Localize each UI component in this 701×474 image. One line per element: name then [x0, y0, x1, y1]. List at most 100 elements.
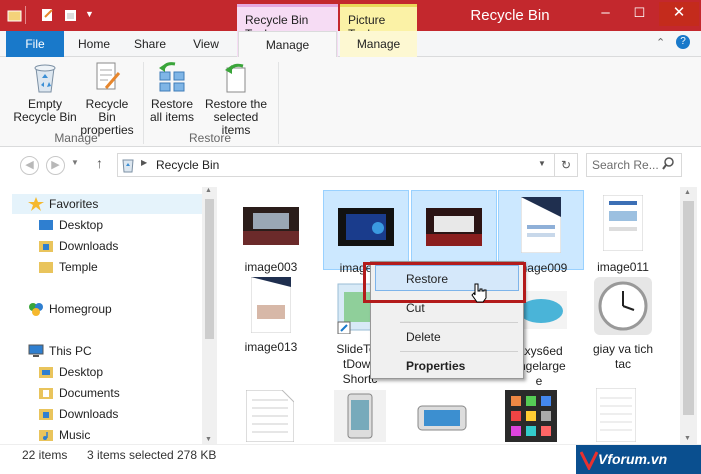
nav-temple-label: Temple — [59, 260, 98, 274]
tab-manage-recycle[interactable]: Manage — [238, 31, 337, 58]
watermark-text: Vforum.vn — [598, 451, 668, 467]
address-dropdown-icon[interactable]: ▼ — [538, 159, 546, 168]
file-item[interactable]: image013 — [228, 276, 314, 355]
nav-homegroup[interactable]: Homegroup — [28, 299, 112, 319]
computer-icon — [28, 344, 44, 358]
recycle-bin-small-icon — [121, 157, 135, 176]
nav-desktop[interactable]: Desktop — [38, 215, 103, 235]
settings-screen-thumbnail[interactable] — [595, 387, 637, 445]
selection-count: 3 items selected — [87, 448, 174, 462]
nav-pc-downloads[interactable]: Downloads — [38, 404, 118, 424]
nav-favorites[interactable]: Favorites — [28, 194, 98, 214]
hand-cursor-icon — [470, 282, 488, 307]
item-count: 22 items — [22, 448, 68, 462]
maximize-button[interactable]: ☐ — [623, 2, 656, 26]
nav-pc-downloads-label: Downloads — [59, 407, 119, 421]
group-label-manage: Manage — [54, 131, 98, 145]
menu-item-cut[interactable]: Cut — [406, 301, 425, 315]
ribbon-group-separator — [278, 62, 279, 144]
help-icon[interactable]: ? — [676, 35, 690, 49]
downloads-folder-icon — [38, 407, 54, 421]
folder-icon[interactable] — [7, 7, 22, 23]
nav-downloads[interactable]: Downloads — [38, 236, 118, 256]
menu-separator — [400, 322, 518, 323]
tab-file[interactable]: File — [6, 31, 64, 57]
file-name: image011 — [597, 260, 649, 274]
up-arrow-icon[interactable]: ↑ — [96, 155, 103, 171]
nav-this-pc[interactable]: This PC — [28, 341, 92, 361]
content-scroll-thumb[interactable] — [683, 201, 694, 415]
nav-pc-desktop-label: Desktop — [59, 365, 104, 379]
menu-item-properties[interactable]: Properties — [406, 359, 465, 373]
tab-manage-picture[interactable]: Manage — [341, 31, 416, 57]
file-item[interactable]: giay va tich tac — [580, 276, 666, 372]
theater-screen-thumbnail — [423, 199, 485, 255]
text-file-thumbnail[interactable] — [245, 389, 295, 445]
selection-size: 278 KB — [177, 448, 217, 462]
scroll-up-icon[interactable]: ▲ — [684, 189, 691, 196]
menu-item-delete[interactable]: Delete — [406, 330, 441, 344]
customize-qat-icon[interactable]: ▼ — [85, 9, 94, 19]
nav-homegroup-label: Homegroup — [49, 302, 112, 316]
nav-temple[interactable]: Temple — [38, 257, 98, 277]
new-folder-icon[interactable] — [63, 7, 78, 23]
file-item[interactable]: image011 — [580, 192, 666, 275]
forward-button[interactable]: ▶ — [46, 156, 65, 175]
tab-share[interactable]: Share — [124, 31, 176, 57]
nav-scroll-thumb[interactable] — [205, 199, 214, 339]
nav-favorites-label: Favorites — [49, 197, 99, 211]
homegroup-icon — [28, 302, 44, 316]
breadcrumb-chevron-icon[interactable]: ▶ — [141, 158, 147, 167]
file-item[interactable]: image003 — [228, 198, 314, 275]
star-icon — [28, 197, 44, 211]
tab-home[interactable]: Home — [68, 31, 120, 57]
desktop-folder-icon — [38, 365, 54, 379]
nav-documents[interactable]: Documents — [38, 383, 120, 403]
breadcrumb-location[interactable]: Recycle Bin — [156, 158, 219, 172]
theater-thumbnail — [240, 198, 302, 254]
collapse-ribbon-icon[interactable]: ⌃ — [656, 36, 665, 49]
back-button[interactable]: ◀ — [20, 156, 39, 175]
recycle-bin-properties-button[interactable]: Recycle Bin properties — [76, 60, 138, 137]
iphone-screen-thumbnail[interactable] — [505, 390, 557, 445]
nav-documents-label: Documents — [59, 386, 120, 400]
phone-photo-thumbnail[interactable] — [334, 390, 386, 445]
restore-selected-items-button[interactable]: Restore the selected items — [200, 60, 272, 137]
file-item-selected[interactable]: image009 — [498, 190, 584, 275]
recent-locations-icon[interactable]: ▼ — [71, 158, 79, 167]
search-placeholder: Search Re... — [592, 158, 659, 172]
content-scrollbar[interactable]: ▲ ▼ — [680, 187, 697, 444]
qat-separator — [25, 6, 26, 24]
close-button[interactable]: ✕ — [659, 2, 699, 26]
file-name: giay va tich — [592, 342, 654, 356]
nav-desktop-label: Desktop — [59, 218, 104, 232]
clock-thumbnail — [592, 276, 654, 336]
nav-scrollbar[interactable]: ▲ ▼ — [202, 187, 217, 444]
phone-landscape-thumbnail[interactable] — [416, 398, 468, 439]
file-item-selected[interactable]: image007 — [411, 190, 497, 275]
watermark-logo: Vforum.vn — [576, 445, 701, 474]
nav-downloads-label: Downloads — [59, 239, 119, 253]
document-thumbnail — [510, 195, 572, 255]
scroll-up-icon[interactable]: ▲ — [205, 187, 212, 194]
scroll-down-icon[interactable]: ▼ — [205, 436, 212, 443]
file-name: image013 — [244, 340, 298, 354]
recycle-bin-icon — [34, 64, 56, 93]
minimize-button[interactable]: – — [589, 2, 622, 26]
tab-view[interactable]: View — [180, 31, 232, 57]
refresh-button[interactable]: ↻ — [554, 153, 578, 177]
search-icon[interactable] — [662, 157, 675, 173]
nav-music[interactable]: Music — [38, 425, 90, 445]
music-folder-icon — [38, 428, 54, 442]
scroll-down-icon[interactable]: ▼ — [684, 435, 691, 442]
empty-recycle-bin-button[interactable]: Empty Recycle Bin — [12, 60, 78, 124]
nav-pc-desktop[interactable]: Desktop — [38, 362, 103, 382]
restore-all-items-button[interactable]: Restore all items — [148, 60, 196, 124]
properties-sheet-icon — [96, 62, 121, 90]
properties-icon[interactable] — [40, 7, 55, 23]
file-item-selected[interactable]: image005 — [323, 190, 409, 275]
restore-all-icon — [159, 62, 185, 92]
picture-tools-label: Picture Tools — [340, 4, 417, 41]
recycle-bin-tools-label: Recycle Bin Tools — [237, 4, 338, 41]
file-name: image003 — [244, 260, 298, 274]
